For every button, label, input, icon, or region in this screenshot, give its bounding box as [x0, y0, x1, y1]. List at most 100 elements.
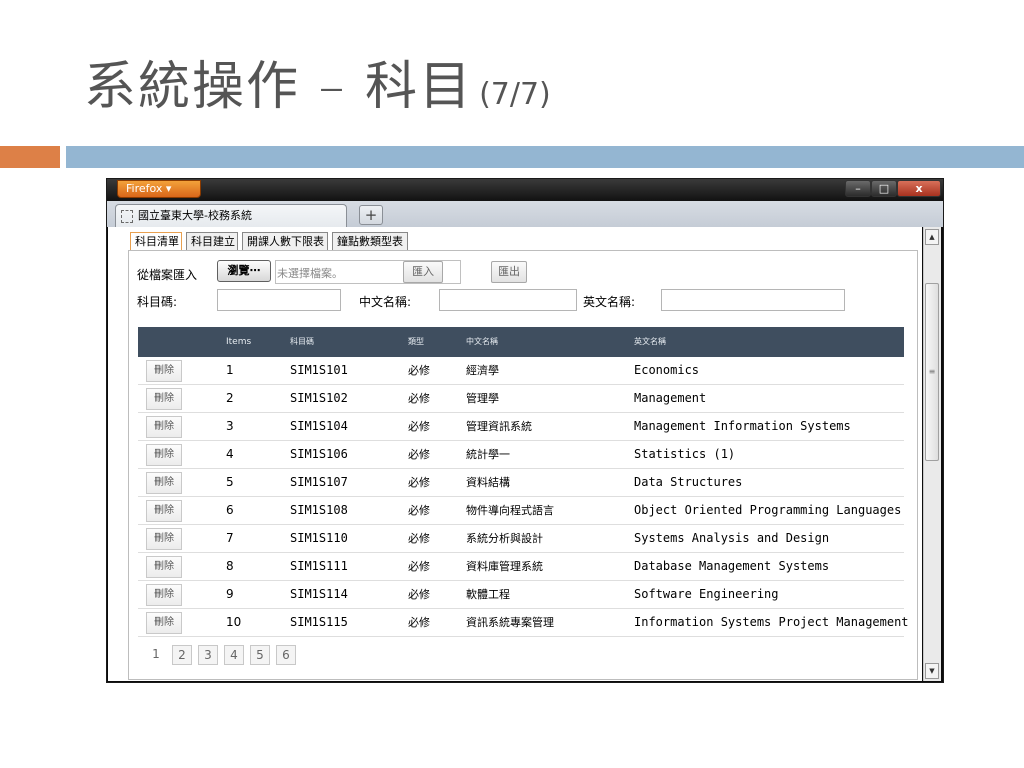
subject-code-label: 科目碼:: [137, 295, 178, 309]
page-4-link[interactable]: 4: [224, 645, 244, 665]
chinese-name-label: 中文名稱:: [359, 295, 412, 309]
delete-button[interactable]: 刪除: [146, 584, 182, 606]
cell-english-name: Data Structures: [634, 475, 743, 489]
slide-title: 系統操作 – 科目 (7/7): [84, 44, 551, 119]
header-english-name[interactable]: 英文名稱: [634, 327, 666, 357]
chinese-name-input[interactable]: [439, 289, 577, 311]
cell-chinese-name: 系統分析與設計: [466, 532, 543, 545]
new-tab-button[interactable]: +: [359, 205, 383, 225]
table-row: 刪除 3 SIM1S104 必修 管理資訊系統 Management Informatio…: [138, 413, 904, 441]
cell-chinese-name: 軟體工程: [466, 588, 510, 601]
subtab-hour-types[interactable]: 鐘點數類型表: [332, 232, 408, 250]
accent-bar-blue: [66, 146, 1024, 168]
cell-type: 必修: [408, 560, 430, 573]
page-3-link[interactable]: 3: [198, 645, 218, 665]
vertical-scrollbar[interactable]: ▲ ≡ ▼: [923, 227, 941, 681]
cell-english-name: Object Oriented Programming Languages: [634, 503, 902, 517]
header-type[interactable]: 類型: [408, 327, 424, 357]
cell-chinese-name: 資訊系統專案管理: [466, 616, 554, 629]
subtab-enrollment-minimum[interactable]: 開課人數下限表: [242, 232, 328, 250]
scroll-down-arrow-icon[interactable]: ▼: [925, 663, 939, 679]
cell-chinese-name: 管理學: [466, 392, 499, 405]
cell-chinese-name: 統計學一: [466, 448, 510, 461]
cell-english-name: Management Information Systems: [634, 419, 851, 433]
cell-english-name: Systems Analysis and Design: [634, 531, 830, 545]
minimize-button[interactable]: –: [845, 180, 871, 197]
header-items[interactable]: Items: [226, 327, 251, 357]
cell-item: 4: [226, 447, 234, 461]
subject-code-input[interactable]: [217, 289, 341, 311]
cell-english-name: Economics: [634, 363, 700, 377]
cell-type: 必修: [408, 588, 430, 601]
cell-item: 8: [226, 559, 234, 573]
table-row: 刪除 8 SIM1S111 必修 資料庫管理系統 Database Management …: [138, 553, 904, 581]
table-row: 刪除 7 SIM1S110 必修 系統分析與設計 Systems Analysis and…: [138, 525, 904, 553]
cell-item: 5: [226, 475, 234, 489]
import-button[interactable]: 匯入: [403, 261, 443, 283]
browse-button[interactable]: 瀏覽⋯: [217, 260, 271, 282]
page-content: 科目清單 科目建立 開課人數下限表 鐘點數類型表 從檔案匯入 瀏覽⋯ 未選擇檔案…: [108, 227, 922, 681]
cell-item: 2: [226, 391, 234, 405]
delete-button[interactable]: 刪除: [146, 528, 182, 550]
slide-title-text: 系統操作 – 科目: [84, 57, 474, 117]
delete-button[interactable]: 刪除: [146, 444, 182, 466]
cell-subject-code: SIM1S110: [290, 531, 348, 545]
cell-subject-code: SIM1S111: [290, 559, 348, 573]
cell-subject-code: SIM1S101: [290, 363, 348, 377]
cell-type: 必修: [408, 392, 430, 405]
header-chinese-name[interactable]: 中文名稱: [466, 327, 498, 357]
header-subject-code[interactable]: 科目碼: [290, 327, 314, 357]
browser-window: Firefox ▾ – □ x 國立臺東大學-校務系統 + 科目清單 科目建立 …: [106, 178, 944, 683]
no-file-text: 未選擇檔案。: [277, 267, 343, 280]
cell-item: 9: [226, 587, 234, 601]
table-row: 刪除 5 SIM1S107 必修 資料結構 Data Structures: [138, 469, 904, 497]
table-row: 刪除 10 SIM1S115 必修 資訊系統專案管理 Information System…: [138, 609, 909, 637]
cell-subject-code: SIM1S114: [290, 587, 348, 601]
delete-button[interactable]: 刪除: [146, 556, 182, 578]
cell-item: 3: [226, 419, 234, 433]
english-name-input[interactable]: [661, 289, 845, 311]
table-row: 刪除 2 SIM1S102 必修 管理學 Management: [138, 385, 904, 413]
cell-subject-code: SIM1S104: [290, 419, 348, 433]
page-6-link[interactable]: 6: [276, 645, 296, 665]
subtab-subject-list[interactable]: 科目清單: [130, 232, 182, 250]
cell-item: 7: [226, 531, 234, 545]
delete-button[interactable]: 刪除: [146, 612, 182, 634]
table-row: 刪除 9 SIM1S114 必修 軟體工程 Software Engineering: [138, 581, 904, 609]
table-row: 刪除 4 SIM1S106 必修 統計學一 Statistics (1): [138, 441, 904, 469]
cell-english-name: Management: [634, 391, 707, 405]
maximize-button[interactable]: □: [871, 180, 897, 197]
browser-tab[interactable]: 國立臺東大學-校務系統: [115, 204, 347, 227]
english-name-label: 英文名稱:: [583, 295, 636, 309]
delete-button[interactable]: 刪除: [146, 416, 182, 438]
cell-subject-code: SIM1S106: [290, 447, 348, 461]
scroll-up-arrow-icon[interactable]: ▲: [925, 229, 939, 245]
cell-subject-code: SIM1S107: [290, 475, 348, 489]
close-window-button[interactable]: x: [897, 180, 941, 197]
page-1-link[interactable]: 1: [146, 645, 166, 665]
firefox-menu-button[interactable]: Firefox ▾: [117, 180, 201, 198]
delete-button[interactable]: 刪除: [146, 500, 182, 522]
cell-item: 6: [226, 503, 234, 517]
table-row: 刪除 1 SIM1S101 必修 經濟學 Economics: [138, 357, 904, 385]
cell-chinese-name: 物件導向程式語言: [466, 504, 554, 517]
cell-type: 必修: [408, 364, 430, 377]
export-button[interactable]: 匯出: [491, 261, 527, 283]
subtab-subject-create[interactable]: 科目建立: [186, 232, 238, 250]
cell-chinese-name: 經濟學: [466, 364, 499, 377]
cell-subject-code: SIM1S108: [290, 503, 348, 517]
page-indicator: (7/7): [479, 77, 551, 112]
cell-english-name: Information Systems Project Management: [634, 615, 909, 629]
cell-chinese-name: 資料結構: [466, 476, 510, 489]
cell-type: 必修: [408, 476, 430, 489]
delete-button[interactable]: 刪除: [146, 360, 182, 382]
page-2-link[interactable]: 2: [172, 645, 192, 665]
cell-type: 必修: [408, 616, 430, 629]
delete-button[interactable]: 刪除: [146, 472, 182, 494]
scroll-thumb[interactable]: ≡: [925, 283, 939, 461]
page-5-link[interactable]: 5: [250, 645, 270, 665]
page-icon: [121, 210, 133, 223]
delete-button[interactable]: 刪除: [146, 388, 182, 410]
cell-type: 必修: [408, 532, 430, 545]
browser-titlebar: Firefox ▾ – □ x: [107, 179, 943, 201]
